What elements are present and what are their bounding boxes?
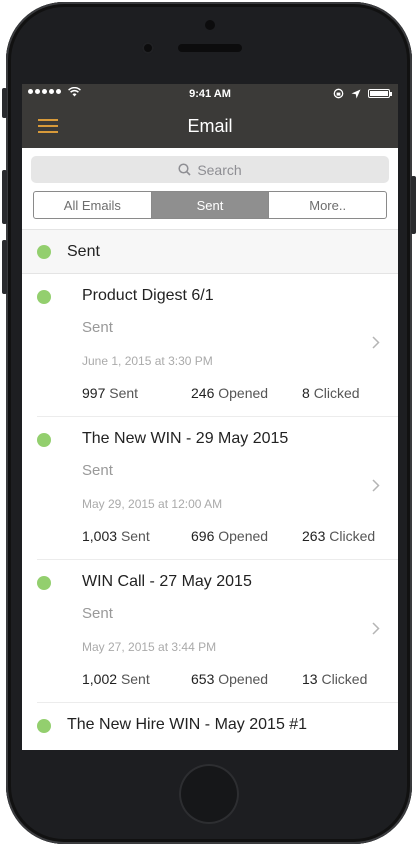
status-dot-icon xyxy=(37,290,51,304)
opened-label: Opened xyxy=(218,671,269,687)
home-button[interactable] xyxy=(179,764,239,824)
segment-sent[interactable]: Sent xyxy=(150,192,269,218)
status-bar: 9:41 AM xyxy=(22,84,398,105)
email-status: Sent xyxy=(82,462,113,479)
segment-all-emails[interactable]: All Emails xyxy=(34,192,151,218)
page-title: Email xyxy=(187,116,233,136)
section-label: Sent xyxy=(67,242,100,260)
email-date: June 1, 2015 at 3:30 PM xyxy=(82,354,213,368)
battery-icon xyxy=(368,89,392,98)
status-dot-icon xyxy=(37,719,51,733)
search-input[interactable]: Search xyxy=(31,156,389,183)
opened-count: 696 xyxy=(191,528,215,544)
opened-label: Opened xyxy=(218,528,269,544)
email-title: The New WIN - 29 May 2015 xyxy=(82,430,289,447)
section-header: Sent xyxy=(22,229,398,274)
location-icon xyxy=(351,89,361,98)
clicked-label: Clicked xyxy=(321,671,368,687)
segmented-control: All Emails Sent More.. xyxy=(33,191,387,219)
clicked-count: 263 xyxy=(302,528,326,544)
sent-label: Sent xyxy=(109,385,139,401)
sent-count: 1,002 xyxy=(82,671,118,687)
sent-label: Sent xyxy=(120,528,150,544)
segment-more[interactable]: More.. xyxy=(268,192,386,218)
earpiece-speaker xyxy=(178,44,242,52)
email-status: Sent xyxy=(82,605,113,622)
email-list-item[interactable]: The New Hire WIN - May 2015 #1 xyxy=(22,703,398,750)
sent-label: Sent xyxy=(120,671,150,687)
email-date: May 27, 2015 at 3:44 PM xyxy=(82,640,217,654)
app-screen: 9:41 AM Email Search All Emails Sent Mor… xyxy=(22,84,398,750)
clicked-label: Clicked xyxy=(329,528,376,544)
clicked-count: 8 xyxy=(302,385,310,401)
power-button xyxy=(411,176,416,234)
rotation-lock-icon xyxy=(333,88,344,99)
email-list-item[interactable]: The New WIN - 29 May 2015 Sent May 29, 2… xyxy=(37,417,398,560)
email-title: The New Hire WIN - May 2015 #1 xyxy=(67,716,308,733)
proximity-sensor xyxy=(142,42,154,54)
front-camera xyxy=(205,20,215,30)
opened-count: 246 xyxy=(191,385,215,401)
clicked-count: 13 xyxy=(302,671,318,687)
status-dot-icon xyxy=(37,433,51,447)
chevron-right-icon xyxy=(372,622,380,635)
email-list: Product Digest 6/1 Sent June 1, 2015 at … xyxy=(22,274,398,703)
chevron-right-icon xyxy=(372,336,380,349)
volume-up-button xyxy=(2,170,7,224)
sent-count: 1,003 xyxy=(82,528,118,544)
chevron-right-icon xyxy=(372,479,380,492)
email-title: Product Digest 6/1 xyxy=(82,287,214,304)
sent-count: 997 xyxy=(82,385,106,401)
opened-label: Opened xyxy=(218,385,269,401)
clicked-label: Clicked xyxy=(313,385,360,401)
volume-down-button xyxy=(2,240,7,294)
search-container: Search xyxy=(22,148,398,183)
opened-count: 653 xyxy=(191,671,215,687)
email-list-item[interactable]: Product Digest 6/1 Sent June 1, 2015 at … xyxy=(37,274,398,417)
email-date: May 29, 2015 at 12:00 AM xyxy=(82,497,223,511)
status-dot-icon xyxy=(37,576,51,590)
search-placeholder: Search xyxy=(197,161,242,178)
status-dot-icon xyxy=(37,244,51,259)
mute-switch xyxy=(2,88,7,118)
navigation-bar: Email xyxy=(22,105,398,148)
email-title: WIN Call - 27 May 2015 xyxy=(82,573,252,590)
email-list-item[interactable]: WIN Call - 27 May 2015 Sent May 27, 2015… xyxy=(37,560,398,703)
email-status: Sent xyxy=(82,319,113,336)
search-icon xyxy=(178,163,191,176)
phone-device: 9:41 AM Email Search All Emails Sent Mor… xyxy=(0,0,418,848)
